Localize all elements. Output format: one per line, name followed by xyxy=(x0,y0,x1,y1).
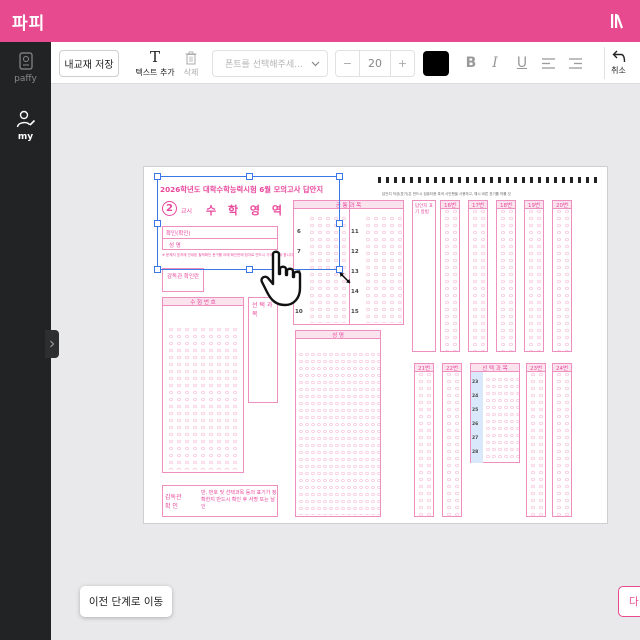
sheet-instructions: 답안지 작성(표기)은 반드시 컴퓨터용 흑색 사인펜을 사용하고, 예시 바른… xyxy=(382,192,511,196)
answer-column-17: 17번 xyxy=(468,200,488,352)
column-header: 18번 xyxy=(497,201,515,209)
delete-label: 삭제 xyxy=(183,67,199,77)
font-size-stepper: − 20 + xyxy=(335,50,415,77)
answer-column-24: 24번 xyxy=(552,363,572,517)
answer-column-18: 18번 xyxy=(496,200,516,352)
paffy-icon xyxy=(18,52,33,70)
trash-icon xyxy=(185,51,197,64)
column-header: 23번 xyxy=(527,364,545,372)
undo-button[interactable]: 취소 xyxy=(604,47,632,79)
choice-bubbles xyxy=(485,376,519,462)
column-header: 16번 xyxy=(441,201,459,209)
column-header: 17번 xyxy=(469,201,487,209)
sidebar-item-paffy[interactable]: paffy xyxy=(0,52,51,84)
resize-handle[interactable] xyxy=(154,173,161,180)
chevron-right-icon xyxy=(50,340,55,348)
question-number: 25 xyxy=(472,408,479,413)
column-header: 24번 xyxy=(553,364,571,372)
question-number: 10 xyxy=(295,309,303,315)
sidebar-item-my[interactable]: my xyxy=(0,110,51,142)
answer-column-22: 22번 xyxy=(442,363,462,517)
supervisor-box: 감독관 확인란 xyxy=(162,268,204,292)
undo-icon xyxy=(612,50,625,63)
question-number: 13 xyxy=(351,269,359,275)
answer-column-19: 19번 xyxy=(524,200,544,352)
resize-cursor-icon xyxy=(339,272,351,284)
bottom-confirm-note: 반, 번호 및 선택과목 등의 표기가 정확한지 반드시 확인 후 서명 또는 … xyxy=(201,490,277,510)
question-number: 24 xyxy=(472,394,479,399)
question-number: 27 xyxy=(472,436,479,441)
app-logo[interactable]: 파피 xyxy=(12,9,45,34)
instructions-text: 답안지 표기 방법 xyxy=(415,204,433,215)
question-number: 11 xyxy=(351,229,359,235)
underline-icon[interactable]: U xyxy=(512,53,532,73)
column-header: 19번 xyxy=(525,201,543,209)
answer-column-16: 16번 xyxy=(440,200,460,352)
resize-handle[interactable] xyxy=(336,173,343,180)
resize-handle[interactable] xyxy=(154,220,161,227)
question-number: 26 xyxy=(472,422,479,427)
bottom-confirm-label: 감독관 확 인 xyxy=(165,494,182,510)
font-size-increase-button[interactable]: + xyxy=(390,51,414,76)
text-icon: T xyxy=(149,47,160,66)
timing-marks xyxy=(378,177,601,183)
sidebar: paffy my xyxy=(0,42,51,640)
align-right-icon[interactable] xyxy=(565,53,585,73)
answer-column-21: 21번 xyxy=(414,363,434,517)
choice-subject-box: 선 택 과 목 xyxy=(248,297,278,403)
chevron-down-icon xyxy=(311,61,320,66)
bold-icon[interactable]: B xyxy=(461,53,481,73)
exam-number-bubbles xyxy=(165,326,241,470)
column-header: 21번 xyxy=(415,364,433,372)
user-edit-icon xyxy=(16,110,35,128)
undo-label: 취소 xyxy=(611,66,626,75)
resize-handle[interactable] xyxy=(336,220,343,227)
question-number: 14 xyxy=(351,289,359,295)
name-grid-header: 성 명 xyxy=(296,331,380,339)
bottom-confirm-box: 감독관 확 인 반, 번호 및 선택과목 등의 표기가 정확한지 반드시 확인 … xyxy=(162,485,278,517)
font-size-decrease-button[interactable]: − xyxy=(336,51,360,76)
question-number: 15 xyxy=(351,309,359,315)
exam-number-header: 수 험 번 호 xyxy=(163,298,243,306)
choice-subject-grid: 선 택 과 목 23 24 25 26 27 28 xyxy=(470,363,520,463)
exam-number-box: 수 험 번 호 xyxy=(162,297,244,473)
align-left-icon[interactable] xyxy=(538,53,558,73)
column-header: 22번 xyxy=(443,364,461,372)
previous-step-button[interactable]: 이전 단계로 이동 xyxy=(80,586,172,617)
font-size-value[interactable]: 20 xyxy=(360,51,390,76)
answer-column-20: 20번 xyxy=(552,200,572,352)
name-grid-box: 성 명 xyxy=(295,330,381,517)
next-step-button[interactable]: 다 xyxy=(618,586,640,617)
italic-icon[interactable]: I xyxy=(485,53,505,73)
column-header: 20번 xyxy=(553,201,571,209)
delete-button[interactable]: 삭제 xyxy=(177,48,205,80)
sidebar-collapse-toggle[interactable] xyxy=(45,330,59,358)
library-icon[interactable] xyxy=(608,11,628,31)
instructions-column: 답안지 표기 방법 xyxy=(412,200,436,352)
answer-bubbles xyxy=(362,215,402,323)
choice-grid-header: 선 택 과 목 xyxy=(471,364,519,372)
question-number: 28 xyxy=(472,450,479,455)
name-bubbles xyxy=(298,351,380,515)
text-selection-box[interactable] xyxy=(154,173,343,273)
save-textbook-button[interactable]: 내교재 저장 xyxy=(59,50,119,77)
font-select-placeholder: 폰트를 선택해주세... xyxy=(225,60,303,70)
supervisor-label: 감독관 확인란 xyxy=(167,274,200,280)
hand-pointer-icon xyxy=(260,250,302,307)
resize-handle[interactable] xyxy=(154,266,161,273)
answer-column-23: 23번 xyxy=(526,363,546,517)
resize-handle[interactable] xyxy=(246,173,253,180)
add-text-label: 텍스트 추가 xyxy=(135,67,175,77)
font-select[interactable]: 폰트를 선택해주세... xyxy=(212,50,328,77)
sidebar-item-label: my xyxy=(17,132,34,142)
add-text-button[interactable]: T 텍스트 추가 xyxy=(133,47,177,79)
editor-toolbar: 내교재 저장 T 텍스트 추가 삭제 폰트를 선택해주세... − 20 + B… xyxy=(51,42,640,84)
sidebar-item-label: paffy xyxy=(14,74,37,84)
text-color-swatch[interactable] xyxy=(423,51,449,76)
resize-handle[interactable] xyxy=(246,266,253,273)
question-number: 12 xyxy=(351,249,359,255)
question-number: 23 xyxy=(472,380,479,385)
top-bar: 파피 xyxy=(0,0,640,42)
